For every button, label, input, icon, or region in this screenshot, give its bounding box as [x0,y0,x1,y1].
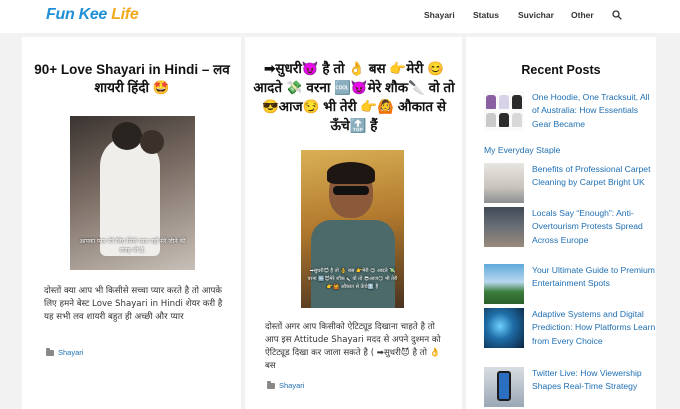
post-featured-image[interactable]: आपका प्यार मेरे लिए सिर्फ प्यार नहीं मेर… [70,116,195,270]
image-caption: आपका प्यार मेरे लिए सिर्फ प्यार नहीं मेर… [79,238,186,254]
post-excerpt: दोस्तों अगर आप किसीको ऐटिट्यूड दिखाना चा… [265,322,441,371]
recent-post-link[interactable]: Benefits of Professional Carpet Cleaning… [532,163,656,190]
site-header: Fun Kee Life Shayari Status Suvichar Oth… [0,0,680,33]
carpet-thumbnail[interactable] [484,163,524,203]
recent-post-link[interactable]: One Hoodie, One Tracksuit, All of Austra… [532,91,656,131]
nav-item-shayari[interactable]: Shayari [424,10,455,20]
search-icon[interactable] [612,10,622,20]
post-featured-image[interactable]: ➡सुधरी😈 है तो 👌 बस 👉मेरी 😊 आदते 💸 वरना 🆒… [301,150,404,308]
nav-item-suvichar[interactable]: Suvichar [518,10,554,20]
post-card-love-shayari: 90+ Love Shayari in Hindi – लव शायरी हिं… [22,37,241,409]
sidebar-title: Recent Posts [521,63,601,77]
protest-thumbnail[interactable] [484,207,524,247]
clothes-thumbnail[interactable] [484,91,524,131]
recent-post-link[interactable]: Adaptive Systems and Digital Prediction:… [532,308,656,348]
couple-head-1 [112,122,142,150]
recent-post-link-tail[interactable]: My Everyday Staple [484,144,654,157]
post-category[interactable]: Shayari [46,348,83,357]
man-hair [327,162,375,184]
category-label: Shayari [58,348,84,357]
folder-icon [46,348,54,356]
ai-head-thumbnail[interactable] [484,308,524,348]
post-category[interactable]: Shayari [267,381,304,390]
post-title[interactable]: ➡सुधरी😈 है तो 👌 बस 👉मेरी 😊 आदते 💸 वरना 🆒… [253,59,455,135]
post-title[interactable]: 90+ Love Shayari in Hindi – लव शायरी हिं… [32,61,232,97]
image-caption: ➡सुधरी😈 है तो 👌 बस 👉मेरी 😊 आदते 💸 वरना 🆒… [307,268,398,290]
recent-post-link[interactable]: Locals Say “Enough”: Anti-Overtourism Pr… [532,207,656,247]
site-logo[interactable]: Fun Kee Life [46,6,139,24]
nav-item-status[interactable]: Status [473,10,499,20]
folder-icon [267,381,275,389]
man-body [311,220,395,308]
recent-post-link[interactable]: Your Ultimate Guide to Premium Entertain… [532,264,656,291]
couple-head-2 [140,130,164,154]
landscape-thumbnail[interactable] [484,264,524,304]
post-excerpt: दोस्तों क्या आप भी किसीसे सच्चा प्यार कर… [44,286,223,322]
category-label: Shayari [279,381,305,390]
recent-post-link[interactable]: Twitter Live: How Viewership Shapes Real… [532,367,656,394]
sidebar: Recent Posts One Hoodie, One Tracksuit, … [466,37,656,409]
phone-thumbnail[interactable] [484,367,524,407]
post-card-attitude-shayari: ➡सुधरी😈 है तो 👌 बस 👉मेरी 😊 आदते 💸 वरना 🆒… [245,37,462,409]
nav-item-other[interactable]: Other [571,10,594,20]
sunglasses-icon [333,186,369,195]
